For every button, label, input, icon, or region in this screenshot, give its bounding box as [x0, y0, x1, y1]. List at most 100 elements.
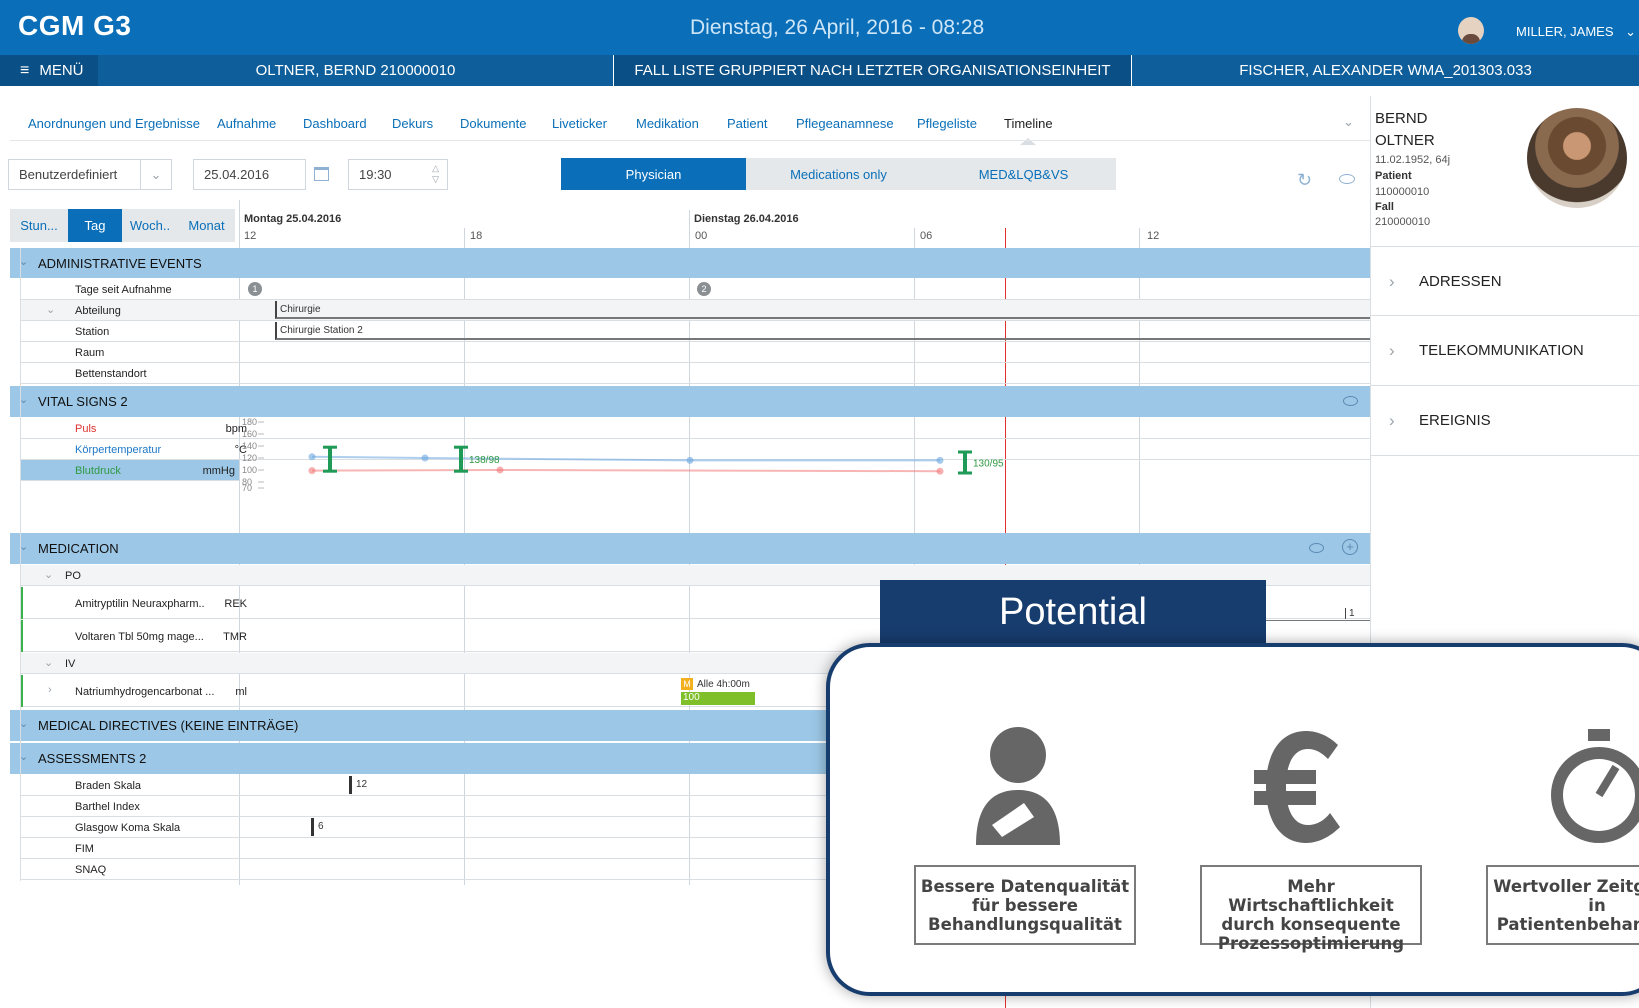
tab-pflegeanamnese[interactable]: Pflegeanamnese	[796, 116, 894, 131]
eye-icon[interactable]	[1343, 396, 1358, 406]
tab-dokumente[interactable]: Dokumente	[460, 116, 526, 131]
med-code: TMR	[223, 631, 247, 643]
temperature-series-point	[686, 456, 694, 464]
med-range-line	[1263, 620, 1370, 621]
pulse-series-point	[936, 467, 944, 475]
telekommunikation-item[interactable]: › TELEKOMMUNIKATION	[1371, 316, 1639, 386]
tick-label: 00	[695, 230, 708, 242]
table-row: Raum	[20, 342, 1370, 363]
tab-timeline[interactable]: Timeline	[1004, 116, 1053, 131]
preset-dropdown-chevron-icon[interactable]: ⌄	[140, 159, 172, 190]
item-label: EREIGNIS	[1419, 412, 1491, 429]
y-tick-label: 70	[242, 483, 252, 493]
med-code: ml	[235, 686, 247, 698]
section-title: ADMINISTRATIVE EVENTS	[38, 255, 202, 271]
temperature-series	[311, 455, 940, 462]
filter-medications-only[interactable]: Medications only	[746, 158, 931, 190]
tab-dashboard[interactable]: Dashboard	[303, 116, 367, 131]
tab-liveticker[interactable]: Liveticker	[552, 116, 607, 131]
section-title: VITAL SIGNS 2	[38, 394, 128, 409]
current-datetime: Dienstag, 26 April, 2016 - 08:28	[690, 16, 985, 39]
med-infusion-bar[interactable]: 100	[681, 692, 755, 705]
zoom-day[interactable]: Tag	[68, 209, 122, 242]
row-label: Glasgow Koma Skala	[75, 822, 181, 834]
med-quantity: 1	[1345, 608, 1355, 619]
patient-dob: 11.02.1952, 64j	[1375, 154, 1451, 166]
provider-context[interactable]: FISCHER, ALEXANDER WMA_201303.033	[1131, 55, 1639, 86]
chevron-right-icon: ›	[1389, 272, 1395, 291]
section-medication[interactable]: ⌄ MEDICATION +	[10, 533, 1370, 564]
day-badge: 1	[248, 282, 262, 296]
tab-aufnahme[interactable]: Aufnahme	[217, 116, 276, 131]
calendar-icon[interactable]	[314, 167, 329, 181]
patient-context[interactable]: OLTNER, BERND 210000010	[98, 55, 613, 86]
fall-id: 210000010	[1375, 216, 1431, 228]
user-name: MILLER, JAMES	[1516, 24, 1614, 39]
row-label: Körpertemperatur	[75, 444, 162, 456]
app-logo: CGM G3	[18, 10, 132, 41]
zoom-month[interactable]: Monat	[178, 209, 235, 242]
user-avatar[interactable]	[1458, 17, 1484, 44]
time-stepper-icon[interactable]: △ ▽	[432, 163, 439, 185]
tabs-divider	[10, 140, 1370, 141]
pulse-series-point	[496, 466, 504, 474]
glasgow-marker[interactable]: 6	[311, 818, 324, 836]
filter-physician[interactable]: Physician	[561, 158, 746, 190]
context-bar: ≡ MENÜ OLTNER, BERND 210000010 FALL LISTE…	[0, 55, 1639, 86]
fall-list-context[interactable]: FALL LISTE GRUPPIERT NACH LETZTER ORGANI…	[613, 55, 1131, 86]
date-input[interactable]: 25.04.2016	[193, 159, 306, 190]
section-vital-signs[interactable]: ⌄ VITAL SIGNS 2	[10, 386, 1370, 417]
table-row: Tage seit Aufnahme	[20, 279, 1370, 300]
eye-icon[interactable]	[1339, 174, 1355, 184]
tab-pflegeliste[interactable]: Pflegeliste	[917, 116, 977, 131]
braden-marker[interactable]: 12	[349, 776, 367, 794]
day-badge: 2	[697, 282, 711, 296]
tab-anordnungen[interactable]: Anordnungen und Ergebnisse	[28, 116, 200, 131]
section-title: MEDICAL DIRECTIVES (KEINE EINTRÄGE)	[38, 718, 299, 733]
abteilung-bar[interactable]: Chirurgie	[275, 301, 1370, 319]
temperature-series-point	[936, 456, 944, 464]
station-bar[interactable]: Chirurgie Station 2	[275, 322, 1370, 340]
patient-photo[interactable]	[1527, 108, 1627, 208]
filter-med-lqb-vs[interactable]: MED&LQB&VS	[931, 158, 1116, 190]
med-name: Voltaren Tbl 50mg mage...	[75, 631, 204, 643]
tab-medikation[interactable]: Medikation	[636, 116, 699, 131]
benefit-box: Mehr Wirtschaftlichkeit durch konsequent…	[1200, 865, 1422, 953]
add-icon[interactable]: +	[1342, 539, 1358, 555]
time-input[interactable]: 19:30 △ ▽	[348, 159, 448, 190]
med-name: Amitryptilin Neuraxpharm..	[75, 598, 205, 610]
row-label: PO	[65, 570, 81, 582]
section-administrative-events[interactable]: ⌄ ADMINISTRATIVE EVENTS	[10, 248, 1370, 278]
tab-bar: Anordnungen und Ergebnisse Aufnahme Dash…	[0, 108, 1370, 145]
row-label: IV	[65, 658, 76, 670]
user-menu[interactable]: MILLER, JAMES ⌄	[1516, 24, 1636, 40]
tabs-overflow-chevron-icon[interactable]: ⌄	[1343, 114, 1354, 130]
vital-row-blutdruck[interactable]: Blutdruck mmHg	[20, 460, 239, 481]
refresh-icon[interactable]: ↻	[1297, 170, 1312, 191]
row-label: Barthel Index	[75, 801, 140, 813]
tab-dekurs[interactable]: Dekurs	[392, 116, 433, 131]
chevron-right-icon: ›	[1389, 411, 1395, 430]
y-tick-label: 180	[242, 418, 257, 427]
row-label: Tage seit Aufnahme	[75, 284, 172, 296]
med-code: REK	[224, 598, 247, 610]
chevron-down-icon: ⌄	[46, 304, 56, 316]
tick-label: 18	[470, 230, 483, 242]
zoom-week[interactable]: Woch..	[122, 209, 178, 242]
row-label: FIM	[75, 843, 94, 855]
date-value: 25.04.2016	[204, 167, 270, 182]
hamburger-icon: ≡	[20, 61, 30, 79]
tab-patient[interactable]: Patient	[727, 116, 767, 131]
zoom-hour[interactable]: Stun...	[10, 209, 68, 242]
med-name: Natriumhydrogencarbonat ...	[75, 686, 215, 698]
left-border	[20, 248, 21, 881]
chevron-right-icon[interactable]: ›	[48, 684, 52, 696]
preset-select[interactable]: Benutzerdefiniert	[8, 159, 141, 190]
eye-icon[interactable]	[1309, 543, 1324, 553]
pulse-series	[311, 468, 941, 473]
ereignis-item[interactable]: › EREIGNIS	[1371, 386, 1639, 456]
patient-id: 110000010	[1375, 186, 1430, 198]
y-tick-label: 120	[242, 453, 257, 463]
menu-button[interactable]: ≡ MENÜ	[0, 55, 98, 86]
adressen-item[interactable]: › ADRESSEN	[1371, 246, 1639, 316]
